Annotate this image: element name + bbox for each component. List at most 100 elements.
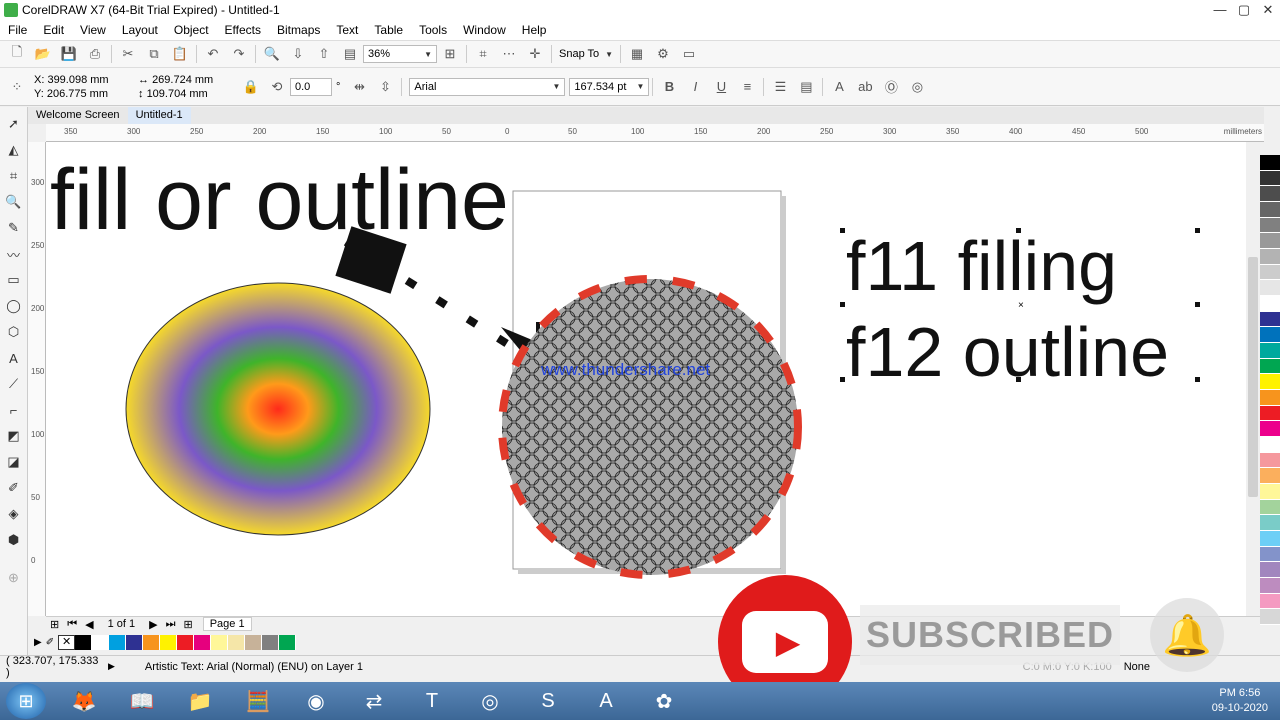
status-play-icon[interactable]: ▶ [108,661,115,672]
document-color-swatch[interactable] [126,634,144,650]
page-tab[interactable]: Page 1 [202,617,252,631]
copy-icon[interactable]: ⧉ [143,44,165,64]
underline-icon[interactable]: U [710,77,732,97]
color-swatch[interactable] [1260,468,1280,485]
smart-fill-tool-icon[interactable]: ⬢ [3,529,25,551]
drop-cap-icon[interactable]: ▤ [795,77,817,97]
rectangle-tool-icon[interactable]: ▭ [3,269,25,291]
document-color-swatch[interactable] [194,634,212,650]
application-launcher-icon[interactable]: ⚙ [652,44,674,64]
color-swatch[interactable] [1260,374,1280,391]
font-size-list[interactable]: 167.534 pt ▼ [569,77,650,96]
color-swatch[interactable] [1260,578,1280,594]
export-icon[interactable]: ⇧ [313,44,335,64]
document-color-swatch[interactable] [143,634,161,650]
bullet-list-icon[interactable]: ☰ [769,77,791,97]
chrome-icon[interactable]: ◉ [296,684,336,718]
freehand-tool-icon[interactable]: ✎ [3,217,25,239]
menu-view[interactable]: View [72,23,114,37]
color-swatch[interactable] [1260,327,1280,344]
menu-layout[interactable]: Layout [114,23,166,37]
start-button[interactable]: ⊞ [6,683,46,719]
font-list[interactable]: Arial ▼ [409,77,566,96]
coreldraw-icon[interactable]: ✿ [644,684,684,718]
no-color-swatch[interactable]: ✕ [58,634,76,650]
paste-icon[interactable]: 📋 [169,44,191,64]
color-swatch[interactable] [1260,296,1280,312]
show-grid-icon[interactable]: ⋯ [498,44,520,64]
text-properties-icon[interactable]: A [828,77,850,97]
menu-tools[interactable]: Tools [411,23,455,37]
file-explorer-icon[interactable]: 📁 [180,684,220,718]
close-button[interactable]: ✕ [1256,2,1280,18]
polygon-tool-icon[interactable]: ⬡ [3,321,25,343]
color-swatch[interactable] [1260,358,1280,375]
y-position[interactable]: Y: 206.775 mm [34,87,130,101]
undo-icon[interactable]: ↶ [202,44,224,64]
next-page-icon[interactable]: ▶ [149,618,157,631]
color-swatch[interactable] [1260,531,1280,547]
last-page-icon[interactable]: ⏭ [166,618,176,631]
vertical-scrollbar[interactable] [1246,142,1260,616]
opentype-icon[interactable]: Ⓞ [880,77,902,97]
italic-icon[interactable]: I [684,77,706,97]
color-swatch[interactable] [1260,421,1280,438]
document-color-swatch[interactable] [177,634,195,650]
color-swatch[interactable] [1260,405,1280,422]
color-swatch[interactable] [1260,609,1280,626]
menu-text[interactable]: Text [328,23,366,37]
show-guidelines-icon[interactable]: ✛ [524,44,546,64]
color-swatch[interactable] [1260,217,1280,234]
ellipse-tool-icon[interactable]: ◯ [3,295,25,317]
color-swatch[interactable] [1260,280,1280,297]
cut-icon[interactable]: ✂ [117,44,139,64]
x-position[interactable]: X: 399.098 mm [34,73,130,87]
menu-effects[interactable]: Effects [217,23,269,37]
parallel-dimension-tool-icon[interactable]: ⟋ [3,373,25,395]
menu-object[interactable]: Object [166,23,217,37]
teamviewer-icon[interactable]: ⇄ [354,684,394,718]
show-rulers-icon[interactable]: ⌗ [472,44,494,64]
vertical-ruler[interactable]: 300 250 200 150 100 50 0 [28,142,46,616]
open-folder-icon[interactable]: 📂 [32,44,54,64]
print-icon[interactable]: ⎙ [84,44,106,64]
document-color-swatch[interactable] [228,634,246,650]
color-swatch[interactable] [1260,264,1280,281]
color-swatch[interactable] [1260,452,1280,469]
color-swatch[interactable] [1260,515,1280,532]
color-swatch[interactable] [1260,186,1280,203]
position-fields[interactable]: X: 399.098 mm Y: 206.775 mm [34,73,130,101]
system-clock[interactable]: PM 6:56 09-10-2020 [1212,686,1268,716]
color-swatch[interactable] [1260,155,1280,171]
lock-ratio-icon[interactable]: 🔒 [240,77,262,97]
object-origin-icon[interactable]: ⁘ [6,77,28,97]
color-swatch[interactable] [1260,593,1280,610]
options-icon[interactable]: ▦ [626,44,648,64]
color-swatch[interactable] [1260,546,1280,563]
reader-icon[interactable]: 📖 [122,684,162,718]
interactive-fill-tool-icon[interactable]: ◈ [3,503,25,525]
eyedropper-icon[interactable]: ✐ [46,637,54,648]
mirror-vertical-icon[interactable]: ⇳ [374,77,396,97]
eyedropper-tool-icon[interactable]: ✐ [3,477,25,499]
maximize-button[interactable]: ▢ [1232,2,1256,18]
search-content-icon[interactable]: 🔍 [261,44,283,64]
scrollbar-thumb[interactable] [1248,257,1258,497]
color-swatch[interactable] [1260,499,1280,516]
calculator-icon[interactable]: 🧮 [238,684,278,718]
solidworks-icon[interactable]: S [528,684,568,718]
color-swatch[interactable] [1260,562,1280,579]
artistic-media-tool-icon[interactable]: 〰 [3,243,25,265]
color-swatch[interactable] [1260,343,1280,359]
color-swatch[interactable] [1260,437,1280,453]
minimize-button[interactable]: — [1208,2,1232,18]
color-swatch[interactable] [1260,390,1280,406]
rotation-angle-input[interactable]: 0.0 [290,77,332,96]
color-swatch[interactable] [1260,233,1280,250]
firefox-icon[interactable]: 🦊 [64,684,104,718]
color-swatch[interactable] [1260,202,1280,218]
color-swatch[interactable] [1260,249,1280,265]
drawing-canvas[interactable]: fill or outline www.thundershare.net f11… [46,142,1246,616]
selection-handles[interactable]: × [836,224,1206,386]
zoom-level-select[interactable]: 36% ▼ [363,45,437,63]
